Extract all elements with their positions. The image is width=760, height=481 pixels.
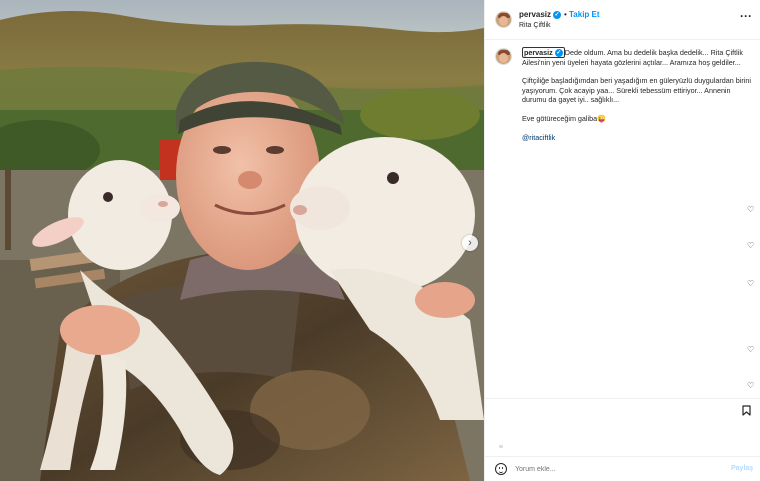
chevron-right-icon: › [468,237,472,249]
like-comment-heart-icon[interactable]: ♡ [747,242,755,250]
post-details-panel: pervasiz ✓ • Takip Et Rita Çiftlik ··· pe… [484,0,760,481]
laughing-emoji-icon: 😜 [597,113,607,123]
caption-avatar[interactable] [495,48,512,65]
author-username[interactable]: pervasiz ✓ [519,10,562,19]
comment-bar: Paylaş [485,456,760,481]
like-comment-heart-icon[interactable]: ♡ [747,346,755,354]
like-comment-heart-icon[interactable]: ♡ [747,280,755,288]
verified-badge-icon: ✓ [554,49,563,58]
loading-indicator [499,445,503,448]
verified-badge-icon: ✓ [553,10,562,19]
author-username-text[interactable]: pervasiz [519,10,551,19]
bookmark-icon[interactable] [742,405,751,416]
avatar[interactable] [495,11,512,28]
like-comment-heart-icon[interactable]: ♡ [747,206,755,214]
caption-username-text[interactable]: pervasiz [524,48,553,57]
post-comment-button[interactable]: Paylaş [731,465,753,472]
post-header: pervasiz ✓ • Takip Et Rita Çiftlik ··· [485,0,760,40]
separator-dot: • [564,10,567,19]
follow-button[interactable]: Takip Et [569,10,600,19]
caption-paragraph-3: Eve götüreceğim galiba [522,113,598,123]
next-image-button[interactable]: › [462,235,478,251]
location-link[interactable]: Rita Çiftlik [519,22,551,29]
like-comment-heart-icon[interactable]: ♡ [747,382,755,390]
post-image[interactable]: › [0,0,484,481]
photo-man-with-lambs [0,0,484,481]
comment-input[interactable] [515,462,705,476]
more-options-icon[interactable]: ··· [740,9,752,23]
caption-text: pervasiz ✓ Dede oldum. Ama bu dedelik başk… [522,47,756,151]
caption-username[interactable]: pervasiz ✓ [522,47,565,58]
emoji-picker-icon[interactable] [495,463,507,475]
post-actions [485,398,760,454]
caption-paragraph-2: Çiftçiliğe başladığımdan beri yaşadığım … [522,76,751,105]
mention-link[interactable]: @ritaciftlik [522,133,555,142]
